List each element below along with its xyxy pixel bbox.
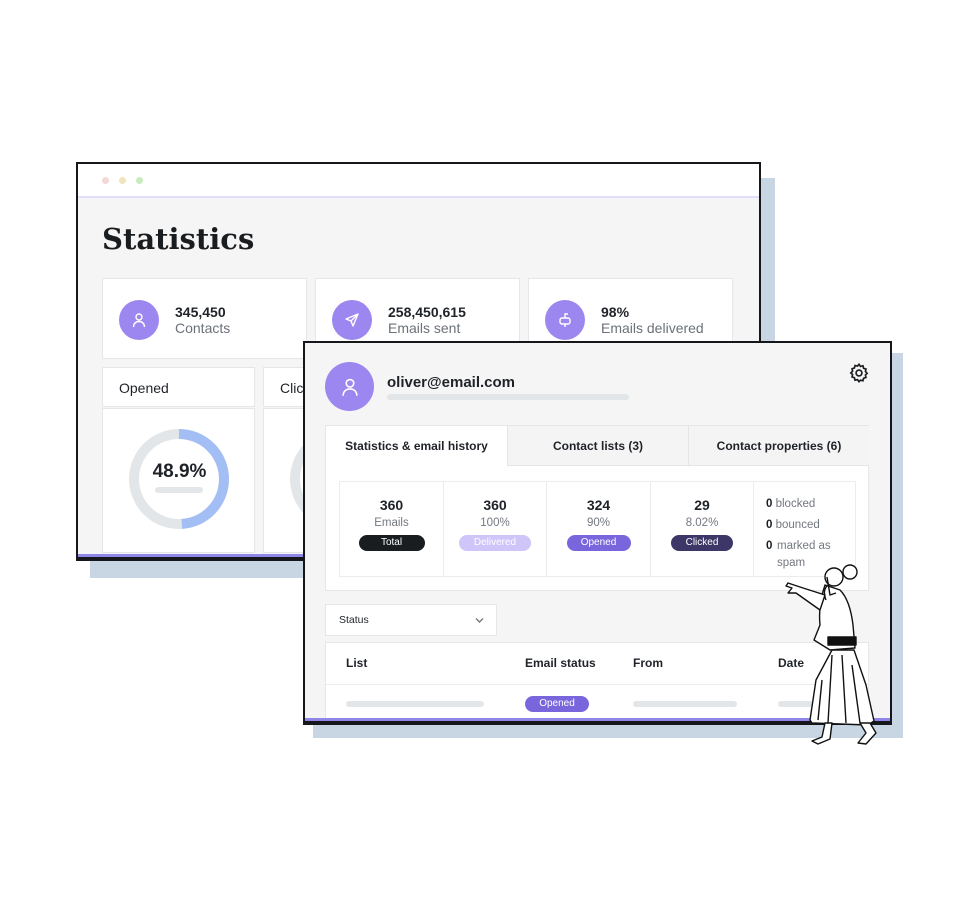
placeholder-bar <box>633 701 737 707</box>
stat-label: Emails sent <box>388 320 461 336</box>
minimize-dot[interactable] <box>119 177 126 184</box>
title-bar <box>78 164 759 198</box>
stat-value: 360 <box>379 497 404 513</box>
stat-value: 345,450 <box>175 304 226 320</box>
stat-sub: Emails <box>374 517 409 529</box>
column-header-status[interactable]: Email status <box>525 643 596 684</box>
stat-clicked: 29 8.02% Clicked <box>651 482 754 577</box>
stat-sub: 100% <box>480 517 510 529</box>
user-icon <box>119 300 159 340</box>
contact-email: oliver@email.com <box>387 374 516 391</box>
badge-opened: Opened <box>566 535 631 551</box>
stat-card-contacts: 345,450 Contacts <box>102 278 307 359</box>
send-icon <box>332 300 372 340</box>
stat-delivered: 360 100% Delivered <box>444 482 547 577</box>
donut-value: 48.9% <box>152 461 207 482</box>
chart-card-opened: 48.9% <box>102 408 255 553</box>
maximize-dot[interactable] <box>136 177 143 184</box>
tab-contact-properties[interactable]: Contact properties (6) <box>688 426 869 466</box>
stat-label: Emails delivered <box>601 320 704 336</box>
gear-icon[interactable] <box>848 362 870 389</box>
stat-value: 29 <box>694 497 710 513</box>
stat-value: 98% <box>601 304 630 320</box>
stat-label: Contacts <box>175 320 231 336</box>
tab-contact-lists[interactable]: Contact lists (3) <box>507 426 688 466</box>
mailbox-icon <box>545 300 585 340</box>
tab-statistics[interactable]: Statistics & email history <box>326 426 507 466</box>
stat-value: 360 <box>483 497 507 513</box>
column-header-from[interactable]: From <box>633 643 663 684</box>
stat-value: 324 <box>586 497 611 513</box>
column-header-list[interactable]: List <box>346 643 367 684</box>
placeholder-bar <box>387 394 629 400</box>
badge-total: Total <box>358 535 425 551</box>
stat-total: 360 Emails Total <box>340 482 444 577</box>
user-icon <box>341 378 358 396</box>
badge-clicked: Clicked <box>671 535 733 551</box>
chevron-down-icon <box>475 618 484 623</box>
select-label: Status <box>339 614 369 626</box>
woman-pointing-illustration <box>785 564 877 745</box>
stat-sub: 8.02% <box>685 517 719 529</box>
chart-card-header: Opened <box>102 367 255 407</box>
status-badge: Opened <box>525 696 589 712</box>
placeholder-bar <box>346 701 484 707</box>
placeholder-bar <box>155 487 203 493</box>
page-title: Statistics <box>102 222 255 256</box>
close-dot[interactable] <box>102 177 109 184</box>
stat-opened: 324 90% Opened <box>547 482 651 577</box>
badge-delivered: Delivered <box>459 535 531 551</box>
status-filter-select[interactable]: Status <box>325 604 497 636</box>
stat-value: 258,450,615 <box>388 304 466 320</box>
stat-bounced: 0 bounced <box>766 519 820 531</box>
stat-sub: 90% <box>586 517 611 529</box>
avatar <box>325 362 374 411</box>
stat-blocked: 0 blocked <box>766 498 816 510</box>
